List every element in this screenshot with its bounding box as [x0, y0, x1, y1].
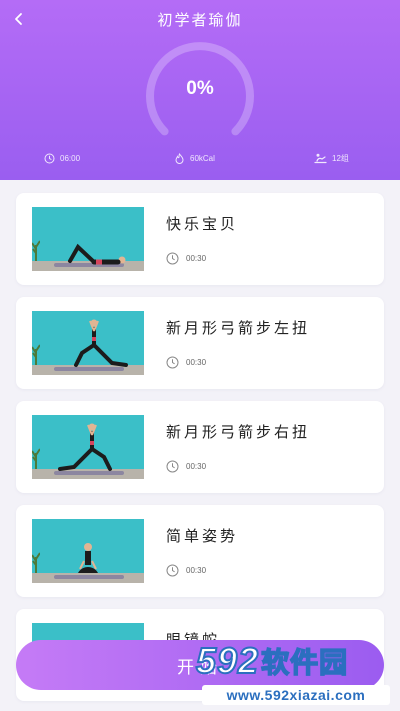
exercise-thumbnail — [32, 311, 144, 375]
exercise-thumbnail — [32, 519, 144, 583]
exercise-name: 新月形弓箭步左扭 — [166, 319, 311, 337]
exercise-name: 新月形弓箭步右扭 — [166, 423, 311, 441]
exercise-duration-value: 00:30 — [186, 254, 207, 263]
clock-icon — [44, 153, 55, 163]
exercise-duration-value: 00:30 — [186, 566, 207, 575]
page-title: 初学者瑜伽 — [157, 11, 243, 29]
stat-duration-value: 06:00 — [60, 153, 81, 163]
clock-icon — [166, 460, 179, 473]
clock-icon — [166, 252, 179, 265]
exercise-duration-value: 00:30 — [186, 358, 207, 367]
stretch-icon — [314, 153, 327, 163]
flame-icon — [175, 152, 184, 164]
exercise-card[interactable]: 简单姿势 00:30 — [16, 505, 384, 597]
exercise-duration-value: 00:30 — [186, 462, 207, 471]
exercise-name: 快乐宝贝 — [166, 215, 239, 233]
exercise-card[interactable]: 快乐宝贝 00:30 — [16, 193, 384, 285]
stat-calories-value: 60kCal — [190, 153, 215, 163]
exercise-name: 简单姿势 — [166, 527, 239, 545]
clock-icon — [166, 564, 179, 577]
start-button[interactable]: 开始 — [16, 640, 384, 690]
exercise-duration: 00:30 — [166, 564, 206, 577]
stat-sets-value: 12组 — [332, 153, 349, 163]
exercise-duration: 00:30 — [166, 460, 206, 473]
exercise-duration: 00:30 — [166, 356, 206, 369]
progress-percent: 0% — [186, 78, 214, 99]
header: 初学者瑜伽 0% 06:00 60kCal 12组 — [0, 0, 400, 180]
exercise-duration: 00:30 — [166, 252, 206, 265]
exercise-thumbnail — [32, 415, 144, 479]
clock-icon — [166, 356, 179, 369]
exercise-card[interactable]: 新月形弓箭步左扭 00:30 — [16, 297, 384, 389]
stat-calories: 60kCal — [174, 150, 215, 166]
stat-duration: 06:00 — [44, 150, 80, 166]
start-button-label: 开始 — [177, 657, 223, 678]
exercise-thumbnail — [32, 207, 144, 271]
stat-sets: 12组 — [314, 150, 349, 166]
exercise-card[interactable]: 新月形弓箭步右扭 00:30 — [16, 401, 384, 493]
